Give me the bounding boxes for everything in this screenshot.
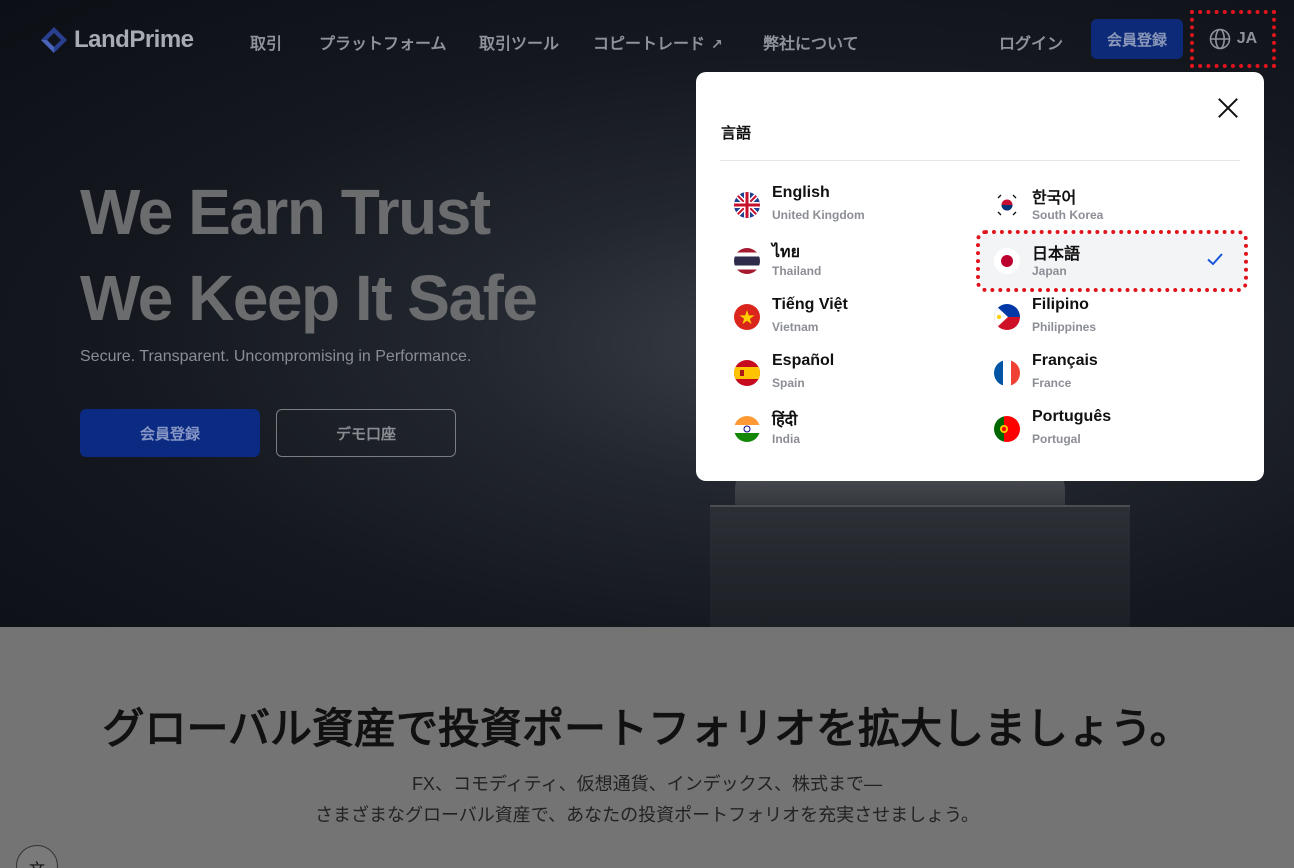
language-option-vietnamese[interactable]: Tiếng Việt Vietnam bbox=[720, 290, 984, 344]
language-button[interactable]: JA bbox=[1190, 10, 1276, 68]
language-option-portuguese[interactable]: Português Portugal bbox=[980, 402, 1244, 456]
language-name: Français bbox=[1032, 352, 1098, 369]
translate-icon: 文 bbox=[29, 856, 45, 868]
pt-flag-icon bbox=[994, 416, 1020, 442]
hero-title-line2: We Keep It Safe bbox=[80, 262, 538, 334]
language-option-french[interactable]: Français France bbox=[980, 346, 1244, 400]
language-country: Japan bbox=[1032, 264, 1067, 278]
hero-register-button[interactable]: 会員登録 bbox=[80, 409, 260, 457]
jp-flag-icon bbox=[994, 248, 1020, 274]
checkmark-icon bbox=[1207, 253, 1223, 266]
nav-tools[interactable]: 取引ツール bbox=[479, 30, 559, 54]
vn-flag-icon bbox=[734, 304, 760, 330]
modal-title: 言語 bbox=[721, 125, 752, 142]
language-name: Filipino bbox=[1032, 296, 1089, 313]
language-option-filipino[interactable]: Filipino Philippines bbox=[980, 290, 1244, 344]
language-country: South Korea bbox=[1032, 208, 1104, 222]
language-name: English bbox=[772, 184, 830, 201]
language-country: France bbox=[1032, 376, 1072, 390]
language-name: Português bbox=[1032, 408, 1112, 425]
translate-fab-button[interactable]: 文 bbox=[16, 845, 58, 868]
in-flag-icon bbox=[734, 416, 760, 442]
divider bbox=[720, 160, 1240, 161]
external-link-icon: ↗ bbox=[711, 36, 723, 52]
language-name: Español bbox=[772, 352, 835, 369]
language-country: United Kingdom bbox=[772, 208, 865, 222]
language-option-thai[interactable]: ไทย Thailand bbox=[720, 234, 984, 288]
language-country: Spain bbox=[772, 376, 805, 390]
th-flag-icon bbox=[734, 248, 760, 274]
language-country: Philippines bbox=[1032, 320, 1097, 334]
close-icon[interactable] bbox=[1216, 96, 1240, 120]
ph-flag-icon bbox=[994, 304, 1020, 330]
language-option-hindi[interactable]: हिंदी India bbox=[720, 402, 984, 456]
language-option-korean[interactable]: 한국어 South Korea bbox=[980, 178, 1244, 232]
hero-subtitle: Secure. Transparent. Uncompromising in P… bbox=[80, 348, 472, 365]
nav-trade[interactable]: 取引 bbox=[250, 30, 282, 54]
section-title: グローバル資産で投資ポートフォリオを拡大しましょう。 bbox=[102, 705, 1192, 752]
language-country: India bbox=[772, 432, 801, 446]
language-option-english[interactable]: English United Kingdom bbox=[720, 178, 984, 232]
top-nav: LandPrime 取引 プラットフォーム 取引ツール コピートレード ↗ 弊社に… bbox=[0, 0, 1294, 80]
language-code: JA bbox=[1236, 30, 1258, 47]
hero-title-line1: We Earn Trust bbox=[80, 176, 491, 248]
language-name: 日本語 bbox=[1032, 246, 1081, 263]
hero-pillar bbox=[710, 505, 1130, 627]
login-link[interactable]: ログイン bbox=[999, 30, 1063, 54]
language-country: Vietnam bbox=[772, 320, 819, 334]
section-text-line1: FX、コモディティ、仮想通貨、インデックス、株式まで— bbox=[411, 774, 883, 794]
fr-flag-icon bbox=[994, 360, 1020, 386]
language-country: Thailand bbox=[772, 264, 822, 278]
language-name: Tiếng Việt bbox=[772, 296, 848, 313]
section-text-line2: さまざまなグローバル資産で、あなたの投資ポートフォリオを充実させましょう。 bbox=[314, 805, 980, 825]
es-flag-icon bbox=[734, 360, 760, 386]
kr-flag-icon bbox=[994, 192, 1020, 218]
language-option-spanish[interactable]: Español Spain bbox=[720, 346, 984, 400]
assets-section: グローバル資産で投資ポートフォリオを拡大しましょう。 FX、コモディティ、仮想通… bbox=[0, 627, 1294, 868]
globe-icon bbox=[1209, 28, 1231, 50]
language-option-japanese[interactable]: 日本語 Japan bbox=[976, 230, 1248, 292]
logo-mark-icon bbox=[41, 27, 67, 53]
language-country: Portugal bbox=[1032, 432, 1081, 446]
logo-text: LandPrime bbox=[74, 26, 194, 53]
language-name: ไทย bbox=[772, 244, 800, 261]
nav-copy-trade[interactable]: コピートレード ↗ bbox=[593, 30, 723, 54]
nav-about[interactable]: 弊社について bbox=[763, 30, 859, 54]
register-button[interactable]: 会員登録 bbox=[1091, 19, 1183, 59]
language-name: हिंदी bbox=[772, 412, 798, 429]
logo[interactable]: LandPrime bbox=[40, 26, 194, 54]
hero-demo-button[interactable]: デモ口座 bbox=[276, 409, 456, 457]
nav-copy-trade-label: コピートレード bbox=[593, 36, 706, 53]
language-modal: 言語 English United Kingdom 한국어 South Kore… bbox=[696, 72, 1264, 481]
nav-platform[interactable]: プラットフォーム bbox=[319, 30, 447, 54]
uk-flag-icon bbox=[734, 192, 760, 218]
language-name: 한국어 bbox=[1032, 190, 1077, 207]
